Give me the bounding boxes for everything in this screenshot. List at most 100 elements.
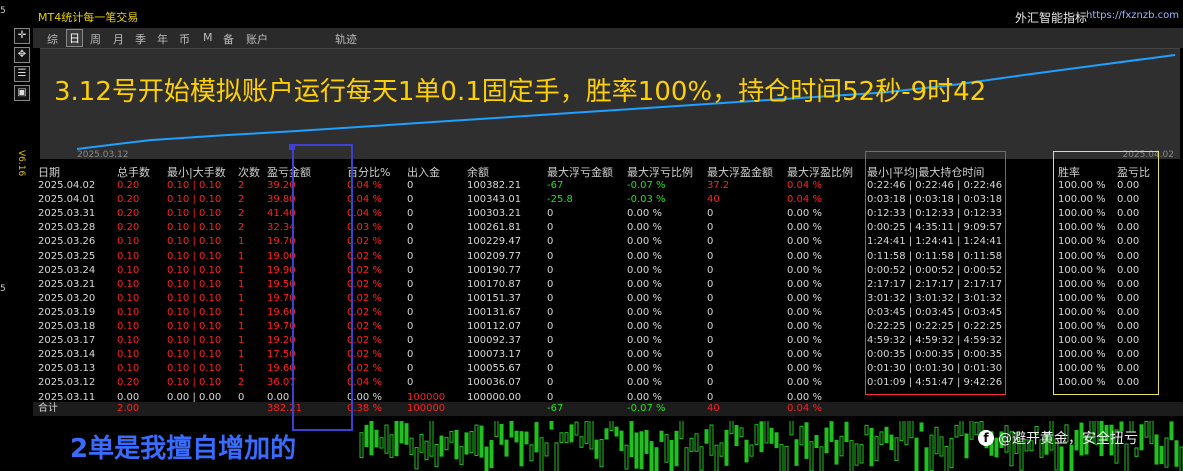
table-cell: 1 — [238, 363, 245, 375]
column-header: 最大浮盈比例 — [787, 166, 853, 179]
tab-0[interactable]: 综 — [47, 31, 58, 47]
candle — [639, 431, 644, 470]
candle — [754, 424, 759, 445]
candle — [819, 446, 824, 471]
table-cell: 0 — [407, 180, 414, 191]
candle — [944, 445, 949, 471]
table-cell: 1 — [238, 306, 245, 318]
column-header: 最大浮亏金额 — [547, 166, 613, 179]
table-cell: 0.10 | 0.10 — [167, 222, 222, 234]
candle — [949, 437, 954, 469]
table-cell: 1 — [238, 349, 245, 361]
winrate-highlight — [1053, 151, 1159, 395]
holding-time-highlight — [865, 151, 1006, 395]
candle — [454, 429, 459, 460]
table-row: 2025.04.01 0.20 0.10 | 0.10 2 39.80 0.04 % 0 10… — [33, 193, 1183, 207]
candle — [479, 425, 484, 458]
candle — [914, 437, 919, 471]
table-cell: 0 — [407, 349, 414, 361]
table-cell: 0 — [707, 306, 714, 318]
table-cell: -0.07 % — [627, 403, 666, 414]
tab-2[interactable]: 周 — [90, 31, 101, 47]
table-cell: 0 — [547, 363, 554, 375]
tab-3[interactable]: 月 — [113, 31, 124, 47]
table-cell: 0 — [547, 278, 554, 290]
table-cell: 0 — [407, 264, 414, 276]
table-cell: 2025.03.31 — [38, 208, 96, 220]
table-cell: 0.00 % — [787, 335, 822, 347]
candle — [554, 442, 559, 471]
tab-5[interactable]: 年 — [157, 31, 168, 47]
candle — [504, 439, 509, 457]
price-tick: 5 — [0, 6, 6, 16]
table-cell: 0.04 % — [787, 194, 822, 206]
table-cell: 40 — [707, 194, 720, 206]
move-icon[interactable]: ✥ — [14, 47, 30, 63]
table-cell: 0.00 % — [627, 321, 662, 332]
table-cell: 100303.21 — [467, 208, 522, 220]
candle — [809, 441, 814, 471]
table-cell: 100092.37 — [467, 335, 522, 347]
candle — [424, 440, 429, 461]
list-icon[interactable]: ☰ — [14, 66, 30, 82]
tab-8[interactable]: 备 — [223, 31, 234, 47]
candle — [399, 421, 404, 444]
table-cell: -25.8 — [547, 194, 573, 206]
tab-9[interactable]: 账户 — [246, 31, 268, 47]
table-cell: 0.00 % — [627, 349, 662, 361]
period-tabs: 综日周月季年币 M 备账户 轨迹 — [33, 28, 1183, 48]
table-cell: 0 — [407, 377, 414, 389]
table-cell: -67 — [547, 180, 564, 191]
table-cell: 37.2 — [707, 180, 730, 191]
table-cell: 0.10 — [117, 264, 140, 276]
candle — [729, 420, 734, 434]
candle — [524, 431, 529, 445]
brand-url-link[interactable]: https://fxznzb.com — [1086, 10, 1179, 21]
table-cell: 0.04 % — [787, 180, 822, 191]
table-cell: 0.20 — [117, 194, 140, 206]
table-row: 2025.03.13 0.10 0.10 | 0.10 1 19.60 0.02 % 0 10… — [33, 362, 1183, 376]
candle — [384, 424, 389, 454]
table-cell: 1 — [238, 250, 245, 262]
candle — [394, 419, 399, 457]
table-row: 2025.04.02 0.20 0.10 | 0.10 2 39.20 0.04 % 0 10… — [33, 179, 1183, 193]
candle — [854, 443, 859, 466]
tab-6[interactable]: 币 — [179, 31, 190, 47]
tab-1[interactable]: 日 — [66, 29, 83, 47]
candle — [874, 435, 879, 462]
table-cell: 0 — [547, 236, 554, 248]
table-cell: 0 — [407, 194, 414, 206]
table-cell: 0.10 | 0.10 — [167, 236, 222, 248]
tab-10[interactable]: 轨迹 — [335, 31, 357, 47]
crosshair-icon[interactable]: ✛ — [14, 28, 30, 44]
table-cell: 0 — [547, 208, 554, 220]
candle — [679, 419, 684, 440]
table-cell: 2025.04.01 — [38, 194, 96, 206]
table-cell: 0.10 | 0.10 — [167, 349, 222, 361]
table-cell: 0 — [707, 250, 714, 262]
candle — [784, 445, 789, 471]
table-cell: 0 — [707, 222, 714, 234]
candle — [444, 437, 449, 451]
tab-7[interactable]: M — [203, 31, 213, 44]
table-row: 2025.03.28 0.20 0.10 | 0.10 2 32.34 0.03 % 0 10… — [33, 221, 1183, 235]
candle — [969, 420, 974, 440]
table-cell: 0.04 % — [787, 403, 822, 414]
candle — [449, 431, 454, 443]
tab-4[interactable]: 季 — [135, 31, 146, 47]
column-header: 最大浮盈金额 — [707, 166, 773, 179]
table-cell: 0.00 % — [627, 250, 662, 262]
table-cell: 2025.03.20 — [38, 292, 96, 304]
candle — [934, 426, 939, 455]
candle — [749, 444, 754, 457]
table-cell: 2025.03.25 — [38, 250, 96, 262]
column-header: 最小|大手数 — [167, 166, 226, 179]
window-icon[interactable]: ▣ — [14, 85, 30, 101]
table-cell: 0.10 — [117, 278, 140, 290]
table-cell: 100343.01 — [467, 194, 522, 206]
table-cell: 1 — [238, 335, 245, 347]
table-cell: 2025.03.24 — [38, 264, 96, 276]
table-cell: 0.10 | 0.10 — [167, 292, 222, 304]
candle — [954, 424, 959, 438]
candle — [534, 422, 539, 453]
